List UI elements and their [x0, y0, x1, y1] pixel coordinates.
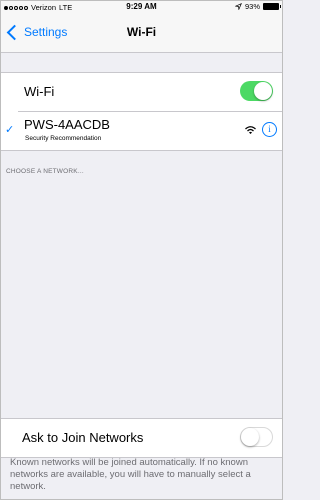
screen-border: [0, 0, 283, 500]
